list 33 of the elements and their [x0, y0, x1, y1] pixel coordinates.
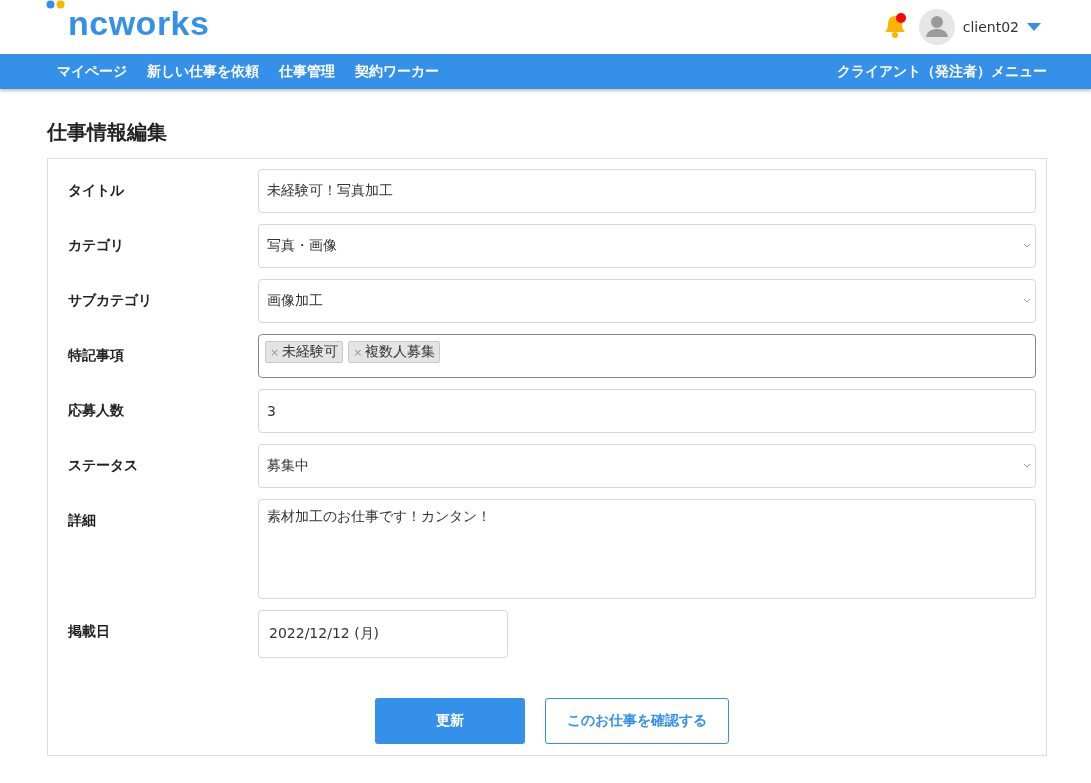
- nav-link[interactable]: マイページ: [57, 62, 127, 81]
- remove-tag-icon[interactable]: ×: [353, 345, 363, 359]
- tag-input-field[interactable]: × 未経験可 × 複数人募集: [258, 334, 1036, 378]
- textarea-field[interactable]: 素材加工のお仕事です！カンタン！: [258, 499, 1036, 599]
- nav-link[interactable]: 仕事管理: [279, 62, 335, 81]
- field-label: カテゴリ: [68, 236, 125, 255]
- text-field[interactable]: 未経験可！写真加工: [258, 169, 1036, 213]
- select-field[interactable]: 画像加工: [258, 279, 1036, 323]
- select-field[interactable]: 募集中: [258, 444, 1036, 488]
- user-name[interactable]: client02: [962, 19, 1019, 35]
- logo[interactable]: ncworks: [68, 3, 210, 43]
- remove-tag-icon[interactable]: ×: [270, 345, 280, 359]
- tag-label: 未経験可: [282, 343, 339, 361]
- tag-label: 複数人募集: [365, 343, 436, 361]
- field-label: タイトル: [68, 181, 125, 200]
- nav-link[interactable]: 新しい仕事を依頼: [147, 62, 259, 81]
- confirm-job-button[interactable]: このお仕事を確認する: [545, 698, 729, 744]
- page-title: 仕事情報編集: [47, 119, 168, 146]
- field-label: 応募人数: [68, 401, 125, 420]
- select-field[interactable]: 写真・画像: [258, 224, 1036, 268]
- select-value: 写真・画像: [267, 237, 337, 255]
- select-value: 募集中: [267, 457, 309, 475]
- field-label: ステータス: [68, 456, 139, 475]
- update-button[interactable]: 更新: [375, 698, 525, 744]
- client-menu-link[interactable]: クライアント（発注者）メニュー: [837, 62, 1047, 81]
- date-field[interactable]: 2022/12/12 (月): [258, 610, 508, 658]
- nav-link[interactable]: 契約ワーカー: [355, 62, 439, 81]
- select-value: 画像加工: [267, 292, 323, 310]
- field-label: サブカテゴリ: [68, 291, 153, 310]
- field-label: 詳細: [68, 511, 97, 530]
- text-field[interactable]: 3: [258, 389, 1036, 433]
- field-label: 掲載日: [68, 622, 111, 641]
- field-label: 特記事項: [68, 346, 125, 365]
